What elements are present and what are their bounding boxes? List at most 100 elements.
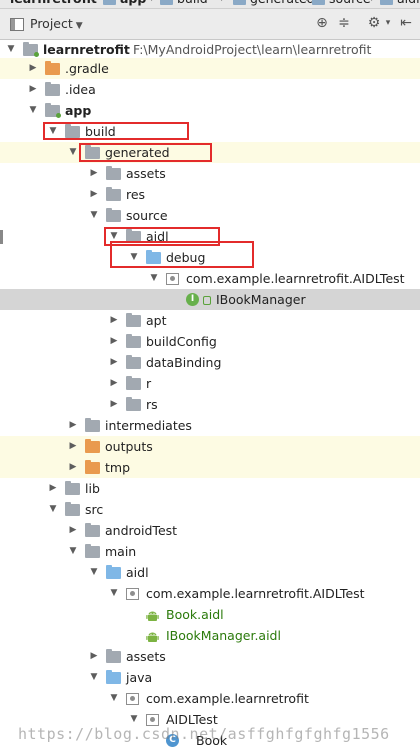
collapse-arrow-icon[interactable]: ▶	[47, 478, 59, 499]
collapse-arrow-icon[interactable]: ▶	[108, 373, 120, 394]
tree-row[interactable]: ▼ aidl	[0, 562, 420, 583]
collapse-arrow-icon[interactable]: ▶	[67, 457, 79, 478]
breadcrumb-source[interactable]: source	[312, 0, 371, 6]
folder-gray-icon	[106, 208, 121, 222]
tree-row-label: src	[85, 502, 104, 517]
target-icon[interactable]: ⊕	[314, 15, 330, 31]
tree-row[interactable]: ▶ androidTest	[0, 520, 420, 541]
collapse-arrow-icon[interactable]: ▶	[88, 163, 100, 184]
tree-row[interactable]: ▶ dataBinding	[0, 352, 420, 373]
expand-arrow-icon[interactable]: ▼	[67, 541, 79, 562]
tree-row[interactable]: IBookManager.aidl	[0, 625, 420, 646]
project-toolbar: Project ▼ ⊕ ≑ ⚙ ▾ ⇤	[0, 9, 420, 40]
tree-row[interactable]: ▶ rs	[0, 394, 420, 415]
tree-row[interactable]: ▶ outputs	[0, 436, 420, 457]
folder-gray-icon	[85, 145, 100, 159]
tree-row-label: dataBinding	[146, 355, 222, 370]
expand-arrow-icon[interactable]: ▼	[128, 247, 140, 268]
folder-icon	[160, 0, 173, 5]
tree-row[interactable]: ▼ main	[0, 541, 420, 562]
collapse-arrow-icon[interactable]: ▶	[88, 184, 100, 205]
collapse-arrow-icon[interactable]: ▶	[88, 646, 100, 667]
collapse-arrow-icon[interactable]: ▶	[108, 331, 120, 352]
tree-row[interactable]: ▶ buildConfig	[0, 331, 420, 352]
breadcrumb-app[interactable]: app	[103, 0, 146, 6]
tree-row-label: outputs	[105, 439, 153, 454]
expand-arrow-icon[interactable]: ▼	[88, 562, 100, 583]
collapse-arrow-icon[interactable]: ▶	[108, 394, 120, 415]
folder-gray-icon	[126, 334, 141, 348]
tree-row[interactable]: ▼ source	[0, 205, 420, 226]
tree-row[interactable]: ▶ .gradle	[0, 58, 420, 79]
tree-row[interactable]: ▼ com.example.learnretrofit.AIDLTest	[0, 268, 420, 289]
folder-gray-icon	[85, 418, 100, 432]
tree-row-label: .idea	[65, 82, 96, 97]
lock-icon	[203, 296, 211, 305]
folder-gray-icon	[65, 124, 80, 138]
expand-arrow-icon[interactable]: ▼	[27, 100, 39, 121]
tree-row[interactable]: ▶ tmp	[0, 457, 420, 478]
tree-row[interactable]: ▼ com.example.learnretrofit	[0, 688, 420, 709]
collapse-arrow-icon[interactable]: ▶	[108, 352, 120, 373]
tree-row[interactable]: ▼ debug	[0, 247, 420, 268]
tree-row[interactable]: Book.aidl	[0, 604, 420, 625]
breadcrumb-generated[interactable]: generated	[233, 0, 315, 6]
tree-row[interactable]: I IBookManager	[0, 289, 420, 310]
folder-gray-icon	[126, 313, 141, 327]
folder-blue-icon	[106, 565, 121, 579]
expand-arrow-icon[interactable]: ▼	[67, 142, 79, 163]
project-view-dropdown[interactable]: Project ▼	[10, 16, 83, 31]
tree-row[interactable]: ▶ assets	[0, 163, 420, 184]
collapse-arrow-icon[interactable]: ▶	[67, 520, 79, 541]
breadcrumb-aidl[interactable]: aidl	[380, 0, 420, 6]
expand-arrow-icon[interactable]: ▼	[88, 205, 100, 226]
folder-icon	[312, 0, 325, 5]
tree-row[interactable]: ▼ aidl	[0, 226, 420, 247]
tree-row[interactable]: ▼ src	[0, 499, 420, 520]
watermark: https://blog.csdn.net/asffghfgfghfg1556	[18, 725, 390, 743]
expand-arrow-icon[interactable]: ▼	[88, 667, 100, 688]
tree-row[interactable]: ▶ intermediates	[0, 415, 420, 436]
tree-row[interactable]: ▼ learnretrofit F:\MyAndroidProject\learn\…	[0, 39, 420, 60]
tree-row[interactable]: ▼ java	[0, 667, 420, 688]
tree-row[interactable]: ▶ res	[0, 184, 420, 205]
expand-arrow-icon[interactable]: ▼	[5, 39, 17, 60]
collapse-arrow-icon[interactable]: ▶	[27, 79, 39, 100]
tree-row-label: learnretrofit	[43, 42, 130, 57]
tree-row[interactable]: ▶ r	[0, 373, 420, 394]
tree-row-label: apt	[146, 313, 167, 328]
hide-icon[interactable]: ⇤	[398, 15, 414, 31]
folder-icon	[233, 0, 246, 5]
breadcrumb-learnretrofit[interactable]: learnretrofit	[10, 0, 97, 6]
tree-row[interactable]: ▼ build	[0, 121, 420, 142]
tree-row-label: source	[126, 208, 168, 223]
tree-row[interactable]: ▶ apt	[0, 310, 420, 331]
collapse-icon[interactable]: ≑	[336, 15, 352, 31]
tree-row[interactable]: ▼ app	[0, 100, 420, 121]
expand-arrow-icon[interactable]: ▼	[108, 688, 120, 709]
expand-arrow-icon[interactable]: ▼	[148, 268, 160, 289]
expand-arrow-icon[interactable]: ▼	[108, 583, 120, 604]
folder-blue-icon	[106, 670, 121, 684]
breadcrumb-build[interactable]: build	[160, 0, 208, 6]
collapse-arrow-icon[interactable]: ▶	[108, 310, 120, 331]
collapse-arrow-icon[interactable]: ▶	[67, 436, 79, 457]
tree-row[interactable]: ▼ generated	[0, 142, 420, 163]
breadcrumb-separator: ›	[220, 0, 225, 5]
expand-arrow-icon[interactable]: ▼	[108, 226, 120, 247]
chevron-down-icon[interactable]: ▾	[380, 15, 396, 31]
breadcrumb-separator: ›	[150, 0, 155, 5]
expand-arrow-icon[interactable]: ▼	[47, 121, 59, 142]
tree-row-label: res	[126, 187, 146, 202]
expand-arrow-icon[interactable]: ▼	[47, 499, 59, 520]
collapse-arrow-icon[interactable]: ▶	[67, 415, 79, 436]
tree-row[interactable]: ▶ assets	[0, 646, 420, 667]
tree-row[interactable]: ▶ .idea	[0, 79, 420, 100]
folder-gray-icon	[126, 397, 141, 411]
tree-row[interactable]: ▼ com.example.learnretrofit.AIDLTest	[0, 583, 420, 604]
android-icon	[146, 608, 159, 621]
collapse-arrow-icon[interactable]: ▶	[27, 58, 39, 79]
tree-row[interactable]: ▶ lib	[0, 478, 420, 499]
tree-row-label: tmp	[105, 460, 131, 475]
tree-row-label: main	[105, 544, 137, 559]
